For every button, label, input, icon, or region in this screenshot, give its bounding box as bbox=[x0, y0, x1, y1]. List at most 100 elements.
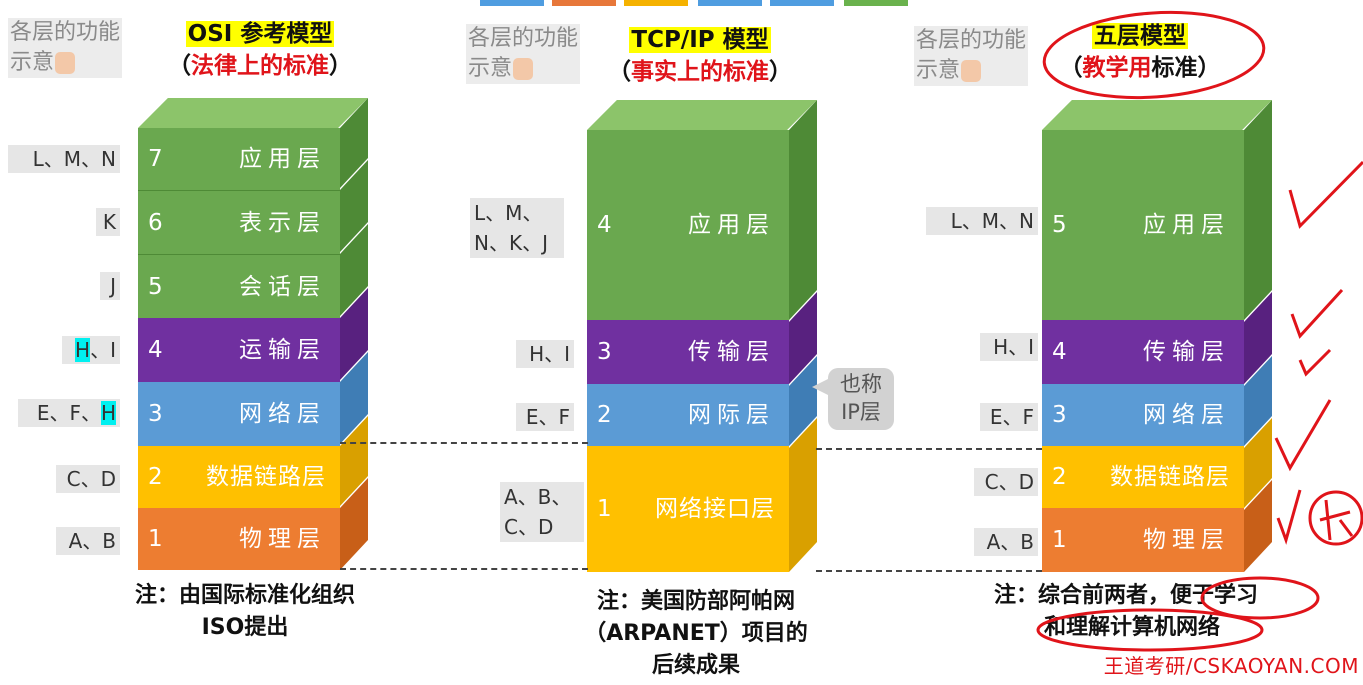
label-text: E、F、 bbox=[36, 401, 101, 425]
note-line: 注：美国防部阿帕网 bbox=[596, 589, 795, 614]
osi-layer-2: 2 数据链路层 bbox=[138, 446, 340, 508]
osi-label-6: K bbox=[96, 208, 120, 236]
note-line: 后续成果 bbox=[651, 653, 740, 678]
layer-number: 1 bbox=[1052, 527, 1067, 553]
osi-subtitle-close: ） bbox=[329, 53, 352, 79]
layer-number: 6 bbox=[148, 210, 163, 236]
layer-number: 2 bbox=[597, 402, 612, 428]
five-layer-5: 5 应用层 bbox=[1042, 130, 1244, 320]
five-subtitle-open: （ bbox=[1059, 55, 1083, 81]
five-title: 五层模型 （教学用标准） bbox=[1040, 20, 1240, 84]
layer-number: 4 bbox=[1052, 339, 1067, 365]
label-line: N、K、J bbox=[474, 231, 548, 255]
osi-layer-1: 1 物理层 bbox=[138, 508, 340, 570]
layer-number: 2 bbox=[1052, 464, 1067, 490]
layer-name: 传输层 bbox=[1143, 339, 1230, 365]
tcpip-layer-3: 3 传输层 bbox=[587, 320, 789, 384]
label-line: A、B、 bbox=[504, 485, 572, 509]
pointing-hand-icon bbox=[55, 52, 76, 74]
top-tab-4 bbox=[698, 0, 762, 6]
label-line: L、M、 bbox=[474, 201, 543, 225]
tcpip-subtitle-red: 事实上的标准 bbox=[631, 59, 769, 85]
five-label-4: H、I bbox=[980, 333, 1038, 361]
layer-name: 物理层 bbox=[239, 526, 326, 552]
osi-top-face bbox=[138, 98, 368, 128]
layer-number: 4 bbox=[597, 212, 612, 238]
osi-title-text: OSI 参考模型 bbox=[185, 21, 335, 47]
layer-name: 数据链路层 bbox=[206, 464, 326, 490]
layer-name: 应用层 bbox=[1143, 212, 1230, 238]
layer-name: 应用层 bbox=[688, 212, 775, 238]
top-tab-6 bbox=[844, 0, 908, 6]
five-subtitle-rest: 标准 bbox=[1151, 55, 1198, 81]
osi-layer-7: 7 应用层 bbox=[138, 128, 340, 190]
five-note: 注：综合前两者，便于学习 和理解计算机网络 bbox=[994, 580, 1324, 644]
ip-layer-callout: 也称 IP层 bbox=[828, 368, 894, 430]
scribble-circle bbox=[1308, 490, 1363, 546]
tcpip-note: 注：美国防部阿帕网 （ARPANET）项目的 后续成果 bbox=[556, 586, 836, 682]
layer-name: 网络层 bbox=[239, 401, 326, 427]
layer-number: 1 bbox=[597, 496, 612, 522]
tcpip-title-text: TCP/IP 模型 bbox=[629, 27, 771, 53]
dashed-line-bottom-left bbox=[340, 568, 588, 570]
tcpip-top-face bbox=[587, 100, 817, 130]
pointing-hand-icon bbox=[961, 60, 982, 82]
osi-label-4: H、I bbox=[62, 336, 120, 364]
layer-number: 1 bbox=[148, 526, 163, 552]
osi-label-3: E、F、H bbox=[18, 399, 120, 427]
osi-label-5: J bbox=[100, 272, 120, 300]
layer-number: 4 bbox=[148, 337, 163, 363]
five-subtitle-red: 教学用 bbox=[1082, 55, 1152, 81]
osi-stack: 7 应用层 6 表示层 5 会话层 4 运输层 3 网络层 2 数据链路层 1 物理层 bbox=[138, 98, 368, 570]
layer-name: 应用层 bbox=[239, 146, 326, 172]
label-text: 、I bbox=[90, 338, 116, 362]
layer-name: 物理层 bbox=[1143, 527, 1230, 553]
five-label-1: A、B bbox=[974, 528, 1038, 556]
highlight-letter: H bbox=[100, 401, 116, 425]
five-layer-4: 4 传输层 bbox=[1042, 320, 1244, 384]
layer-number: 3 bbox=[597, 339, 612, 365]
osi-layer-5: 5 会话层 bbox=[138, 254, 340, 318]
five-label-5: L、M、N bbox=[926, 207, 1038, 235]
five-layer-2: 2 数据链路层 bbox=[1042, 446, 1244, 508]
layer-number: 5 bbox=[148, 274, 163, 300]
five-layer-3: 3 网络层 bbox=[1042, 384, 1244, 446]
tcpip-stack: 4 应用层 3 传输层 2 网际层 1 网络接口层 bbox=[587, 100, 817, 572]
tcpip-label-3: H、I bbox=[516, 340, 574, 368]
layer-name: 表示层 bbox=[239, 210, 326, 236]
label-line: C、D bbox=[504, 515, 554, 539]
tcpip-layer-2: 2 网际层 bbox=[587, 384, 789, 446]
layer-name: 数据链路层 bbox=[1110, 464, 1230, 490]
layer-number: 7 bbox=[148, 146, 163, 172]
dashed-line-datalink-right bbox=[816, 448, 1042, 450]
five-side-face bbox=[1244, 100, 1272, 572]
osi-note: 注：由国际标准化组织 ISO提出 bbox=[100, 580, 390, 644]
tcpip-subtitle-close: ） bbox=[769, 59, 792, 85]
layer-name: 网络层 bbox=[1143, 402, 1230, 428]
layer-name: 运输层 bbox=[239, 337, 326, 363]
osi-subtitle-red: 法律上的标准 bbox=[191, 53, 329, 79]
top-tab-5 bbox=[770, 0, 834, 6]
layer-name: 会话层 bbox=[239, 274, 326, 300]
note-line: 注：由国际标准化组织 bbox=[134, 583, 355, 608]
tcpip-side-face bbox=[789, 100, 817, 572]
top-tab-3 bbox=[624, 0, 688, 6]
scribble-letter bbox=[1319, 499, 1354, 541]
osi-hint: 各层的功能示意 bbox=[8, 18, 122, 78]
osi-label-1: A、B bbox=[56, 527, 120, 555]
layer-number: 3 bbox=[148, 401, 163, 427]
five-label-2: C、D bbox=[974, 468, 1038, 496]
osi-layer-4: 4 运输层 bbox=[138, 318, 340, 382]
osi-title: OSI 参考模型 （法律上的标准） bbox=[140, 18, 380, 82]
check-mark-5 bbox=[1276, 489, 1302, 545]
layer-number: 3 bbox=[1052, 402, 1067, 428]
dashed-line-datalink-left bbox=[340, 442, 588, 444]
layer-name: 网际层 bbox=[688, 402, 775, 428]
tcpip-label-1: A、B、 C、D bbox=[500, 482, 584, 542]
check-mark-4 bbox=[1274, 399, 1332, 472]
pointing-hand-icon bbox=[513, 58, 534, 80]
dashed-line-bottom-right bbox=[816, 570, 1042, 572]
note-line: 和理解计算机网络 bbox=[1044, 615, 1221, 640]
callout-line: IP层 bbox=[841, 400, 881, 424]
five-layer-1: 1 物理层 bbox=[1042, 508, 1244, 572]
